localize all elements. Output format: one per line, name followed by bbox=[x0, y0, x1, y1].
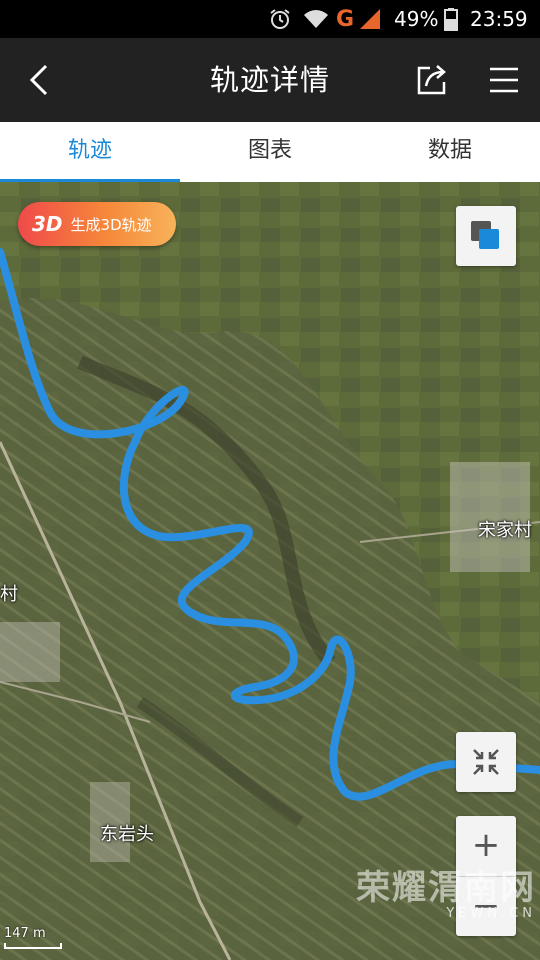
tab-chart[interactable]: 图表 bbox=[180, 122, 360, 182]
tab-track[interactable]: 轨迹 bbox=[0, 122, 180, 182]
share-icon[interactable] bbox=[412, 60, 452, 100]
place-label: 宋家村 bbox=[478, 520, 532, 541]
zoom-in-button[interactable]: + bbox=[456, 816, 516, 876]
watermark-title: 荣耀渭南网 bbox=[356, 868, 536, 908]
status-bar: G 49% 23:59 bbox=[0, 0, 540, 38]
tab-data[interactable]: 数据 bbox=[360, 122, 540, 182]
layers-icon bbox=[471, 221, 499, 249]
3d-badge: 3D bbox=[32, 212, 63, 236]
generate-3d-label: 生成3D轨迹 bbox=[70, 215, 152, 234]
menu-icon[interactable] bbox=[484, 60, 524, 100]
collapse-icon bbox=[473, 749, 499, 775]
network-type: G bbox=[336, 6, 355, 32]
place-label: 东岩头 bbox=[100, 824, 154, 845]
alarm-icon bbox=[268, 0, 294, 38]
layers-button[interactable] bbox=[456, 206, 516, 266]
watermark: 荣耀渭南网 YEWN.CN bbox=[336, 868, 536, 921]
tab-bar: 轨迹 图表 数据 bbox=[0, 122, 540, 182]
scale-bar bbox=[4, 943, 62, 949]
satellite-map[interactable]: 3D 生成3D轨迹 宋家村 村 东岩头 + − 荣耀渭南网 YEWN.CN 14… bbox=[0, 182, 540, 960]
battery-percent: 49% bbox=[394, 7, 439, 31]
signal-icon bbox=[358, 0, 386, 38]
battery-icon bbox=[444, 0, 462, 38]
watermark-url: YEWN.CN bbox=[446, 906, 536, 921]
scale-label: 147 m bbox=[4, 926, 46, 941]
app-bar: 轨迹详情 bbox=[0, 38, 540, 122]
fit-track-button[interactable] bbox=[456, 732, 516, 792]
page-title: 轨迹详情 bbox=[209, 63, 330, 97]
generate-3d-track-button[interactable]: 3D 生成3D轨迹 bbox=[18, 202, 176, 246]
place-label: 村 bbox=[0, 584, 18, 605]
clock: 23:59 bbox=[470, 7, 528, 31]
wifi-icon bbox=[302, 0, 332, 38]
